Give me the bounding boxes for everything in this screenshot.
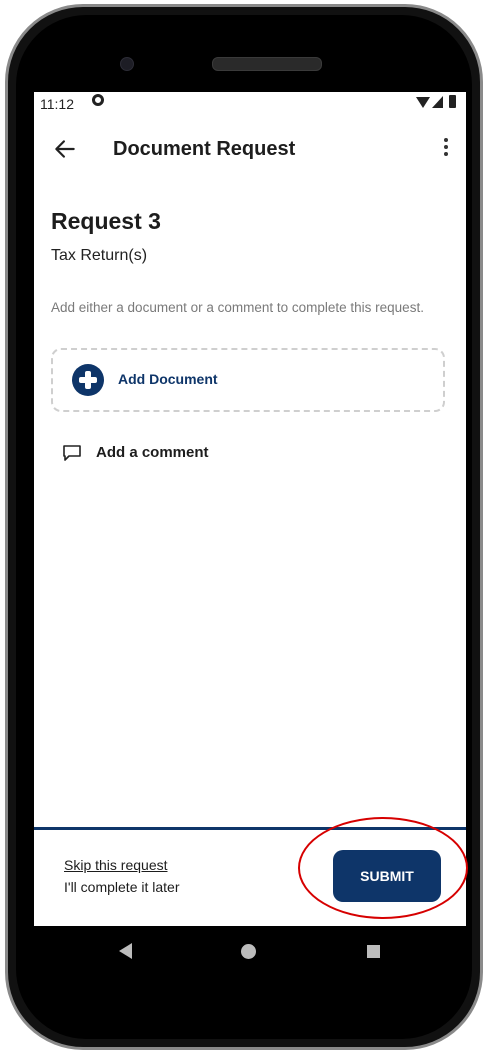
comment-icon <box>63 445 81 461</box>
battery-icon <box>449 95 456 108</box>
add-document-button[interactable]: Add Document <box>51 348 445 412</box>
nav-back-icon[interactable] <box>119 943 132 959</box>
notification-icon <box>92 94 104 106</box>
more-vertical-icon[interactable] <box>442 138 450 160</box>
highlight-circle <box>298 817 468 919</box>
wifi-icon <box>416 97 430 108</box>
app-bar: Document Request <box>34 128 466 174</box>
arrow-left-icon[interactable] <box>52 136 78 162</box>
plus-circle-icon <box>72 364 104 396</box>
status-time: 11:12 <box>40 96 74 112</box>
helper-text: Add either a document or a comment to co… <box>51 300 424 315</box>
add-document-label: Add Document <box>118 371 218 387</box>
app-screen: 11:12 Document Request Request 3 Tax Ret… <box>34 92 466 926</box>
nav-home-icon[interactable] <box>241 944 256 959</box>
status-icons <box>416 95 460 110</box>
signal-icon <box>432 96 443 108</box>
status-bar: 11:12 <box>34 92 466 118</box>
request-title: Request 3 <box>51 208 161 234</box>
page-title: Document Request <box>113 138 296 160</box>
speaker-grille <box>212 57 322 71</box>
complete-later-text: I'll complete it later <box>64 879 180 895</box>
request-subtitle: Tax Return(s) <box>51 247 148 264</box>
nav-recents-icon[interactable] <box>367 945 380 958</box>
skip-request-link[interactable]: Skip this request <box>64 857 168 873</box>
camera-icon <box>120 57 134 71</box>
system-nav-bar <box>34 926 466 978</box>
add-comment-label: Add a comment <box>96 444 209 461</box>
